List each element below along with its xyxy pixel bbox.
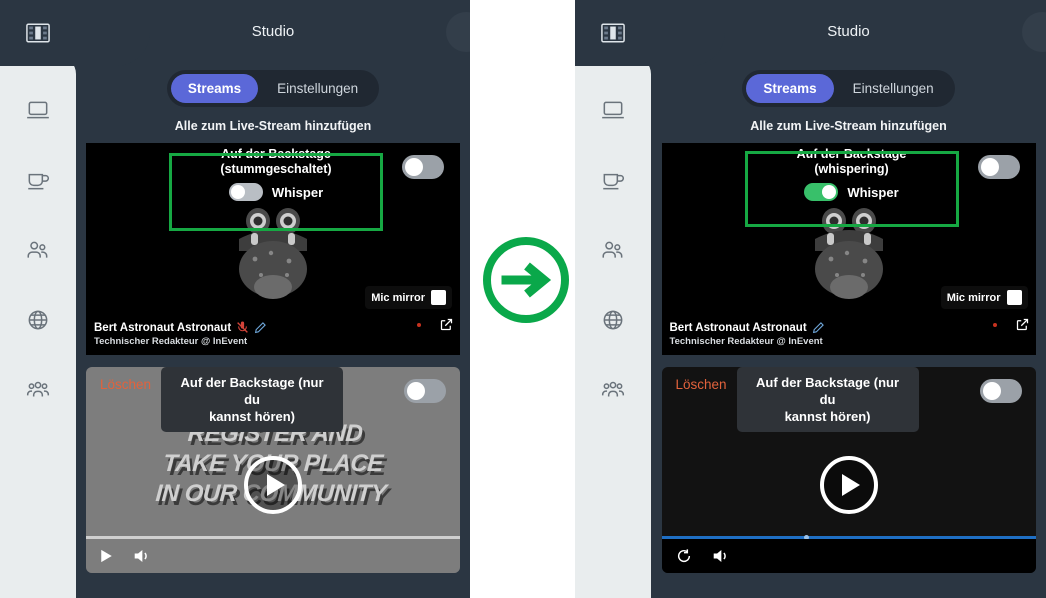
monster-avatar <box>801 195 897 305</box>
video-toggle-knob <box>407 382 425 400</box>
replay-icon[interactable] <box>676 548 692 564</box>
left-sidebar-rail <box>0 56 76 598</box>
participant-status-block: Auf der Backstage (stummgeschaltet) Whis… <box>182 147 370 201</box>
tab-streams[interactable]: Streams <box>746 74 834 103</box>
panel-before: Studio Streams Einstellungen Alle zum Li… <box>0 0 470 598</box>
video-label-line-2: kannst hören) <box>209 409 296 424</box>
participant-status-block: Auf der Backstage (whispering) Whisper <box>758 147 946 201</box>
pencil-edit-icon[interactable] <box>254 321 267 334</box>
tab-group: Streams Einstellungen <box>742 70 955 107</box>
participant-tile: Auf der Backstage (whispering) Whisper M… <box>661 143 1036 355</box>
participant-name-bar: Bert Astronaut Astronaut Technischer Red… <box>661 313 1036 355</box>
play-button[interactable] <box>819 456 878 514</box>
panel-after: Studio Streams Einstellungen Alle zum Li… <box>575 0 1046 598</box>
play-icon[interactable] <box>100 549 113 563</box>
app-logo-area <box>0 0 150 66</box>
header-title-text: Studio <box>827 22 870 40</box>
video-stream-toggle[interactable] <box>979 379 1022 403</box>
external-link-icon[interactable] <box>439 317 454 332</box>
video-controls <box>661 539 1036 573</box>
mic-mirror-checkbox[interactable] <box>1006 290 1022 305</box>
participant-name-bar: Bert Astronaut Astronaut Technischer Red… <box>86 313 460 355</box>
participant-stream-toggle[interactable] <box>402 155 444 179</box>
status-line-2: (stummgeschaltet) <box>220 162 332 176</box>
participant-role: Technischer Redakteur @ InEvent <box>94 336 248 347</box>
external-link-icon[interactable] <box>1015 317 1030 332</box>
video-label-line-1: Auf der Backstage (nur du <box>756 375 900 407</box>
stream-toggle-knob <box>405 158 423 176</box>
sidebar-item-laptop[interactable] <box>591 88 635 132</box>
sidebar-item-lounge[interactable] <box>591 158 635 202</box>
delete-button[interactable]: Löschen <box>100 377 151 392</box>
video-card: Löschen Auf der Backstage (nur du kannst… <box>661 367 1036 573</box>
sidebar-item-globe[interactable] <box>591 298 635 342</box>
film-strip-icon <box>601 23 625 43</box>
pencil-edit-icon[interactable] <box>812 321 825 334</box>
monster-avatar <box>225 195 321 305</box>
video-toggle-knob <box>982 382 1001 400</box>
play-icon <box>842 474 860 496</box>
mic-mirror-label: Mic mirror <box>371 291 425 304</box>
panel-content-after: Streams Einstellungen Alle zum Live-Stre… <box>651 56 1046 598</box>
mic-mirror-label: Mic mirror <box>946 291 1001 304</box>
recording-dot-icon <box>417 322 421 327</box>
video-card-header: Löschen Auf der Backstage (nur du kannst… <box>86 367 460 432</box>
video-status-label: Auf der Backstage (nur du kannst hören) <box>161 367 344 432</box>
sidebar-item-globe[interactable] <box>16 298 60 342</box>
comparison-stage: Studio Streams Einstellungen Alle zum Li… <box>0 0 1046 598</box>
participant-name: Bert Astronaut Astronaut <box>94 321 232 334</box>
header-title-text: Studio <box>251 22 295 40</box>
video-status-label: Auf der Backstage (nur du kannst hören) <box>736 367 919 432</box>
status-line-1: Auf der Backstage <box>221 147 331 161</box>
add-all-to-livestream-label[interactable]: Alle zum Live-Stream hinzufügen <box>175 119 372 133</box>
mic-mirror-control[interactable]: Mic mirror <box>940 286 1028 309</box>
video-controls <box>86 539 460 573</box>
volume-icon[interactable] <box>133 548 150 564</box>
tab-streams[interactable]: Streams <box>170 74 259 103</box>
delete-button[interactable]: Löschen <box>676 377 727 392</box>
participant-role: Technischer Redakteur @ InEvent <box>669 336 823 347</box>
stream-toggle-knob <box>980 158 999 176</box>
sidebar-item-laptop[interactable] <box>16 88 60 132</box>
sidebar-item-people[interactable] <box>591 228 635 272</box>
participant-name: Bert Astronaut Astronaut <box>669 321 807 334</box>
sidebar-item-group[interactable] <box>591 368 635 412</box>
sidebar-item-lounge[interactable] <box>16 158 60 202</box>
video-stream-toggle[interactable] <box>404 379 446 403</box>
avatar[interactable] <box>446 12 470 52</box>
film-strip-icon <box>26 23 50 43</box>
volume-icon[interactable] <box>712 548 729 564</box>
avatar[interactable] <box>1022 12 1046 52</box>
sidebar-item-people[interactable] <box>16 228 60 272</box>
tab-einstellungen[interactable]: Einstellungen <box>260 74 375 103</box>
mic-muted-icon[interactable] <box>236 321 249 334</box>
video-card: Löschen Auf der Backstage (nur du kannst… <box>86 367 460 573</box>
panel-content-before: Streams Einstellungen Alle zum Live-Stre… <box>76 56 470 598</box>
recording-dot-icon <box>992 322 997 327</box>
participant-stream-toggle[interactable] <box>977 155 1020 179</box>
video-label-line-2: kannst hören) <box>784 409 871 424</box>
play-icon <box>266 474 285 496</box>
left-sidebar-rail <box>575 56 651 598</box>
tab-einstellungen[interactable]: Einstellungen <box>836 74 951 103</box>
participant-tile: Auf der Backstage (stummgeschaltet) Whis… <box>86 143 460 355</box>
namebar-actions <box>417 317 454 332</box>
status-line-1: Auf der Backstage <box>796 147 907 161</box>
add-all-to-livestream-label[interactable]: Alle zum Live-Stream hinzufügen <box>750 119 947 133</box>
sidebar-item-group[interactable] <box>16 368 60 412</box>
video-label-line-1: Auf der Backstage (nur du <box>180 375 324 407</box>
transition-arrow <box>478 232 574 328</box>
play-button[interactable] <box>244 456 302 514</box>
tab-group: Streams Einstellungen <box>166 70 380 107</box>
video-card-header: Löschen Auf der Backstage (nur du kannst… <box>662 367 1036 432</box>
app-logo-area <box>575 0 725 66</box>
mic-mirror-control[interactable]: Mic mirror <box>365 286 452 309</box>
mic-mirror-checkbox[interactable] <box>431 290 446 305</box>
arrow-right-circle-icon <box>483 237 569 323</box>
namebar-actions <box>992 317 1030 332</box>
status-line-2: (whispering) <box>814 162 889 176</box>
